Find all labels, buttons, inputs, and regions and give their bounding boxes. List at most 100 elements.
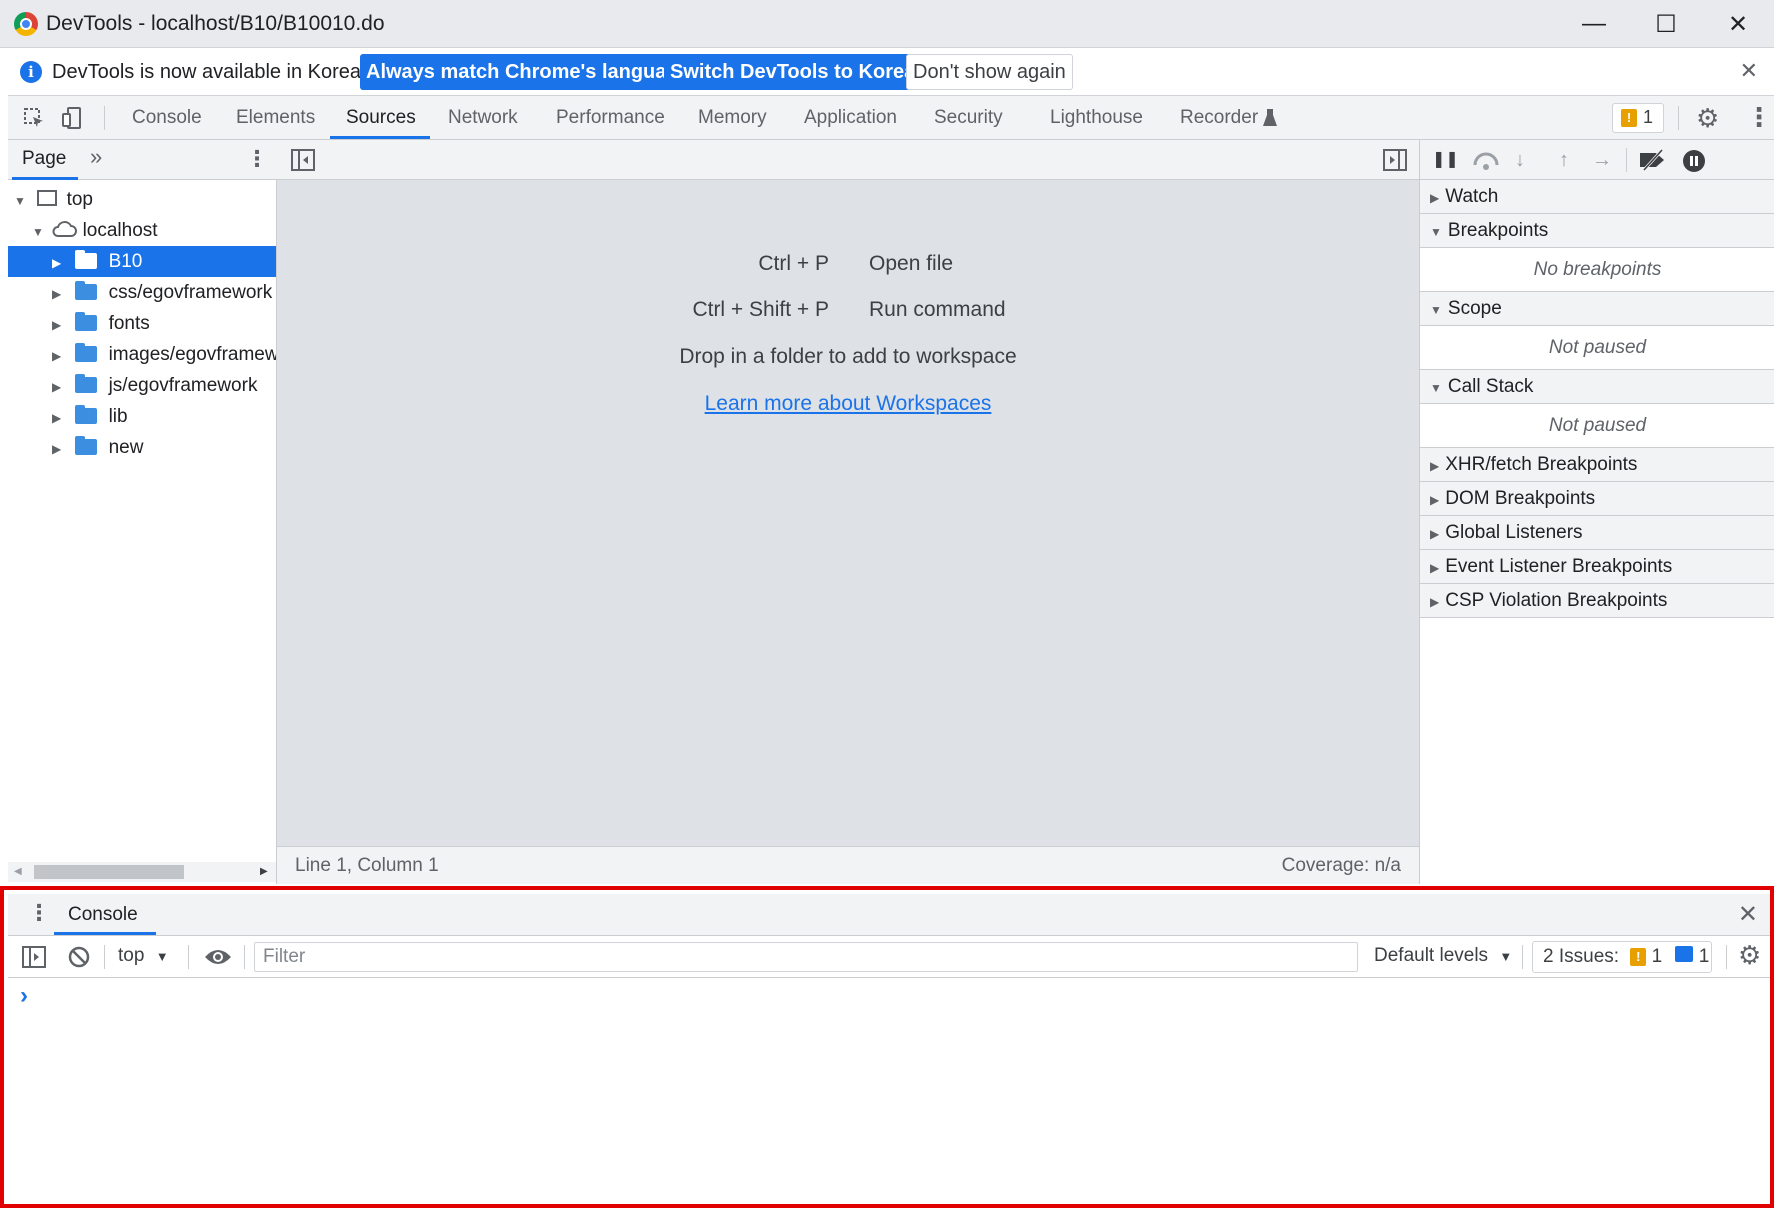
tab-recorder[interactable]: Recorder <box>1180 96 1258 140</box>
dom-breakpoints-header[interactable]: ▶ DOM Breakpoints <box>1420 482 1774 516</box>
console-settings-gear-icon[interactable]: ⚙ <box>1738 940 1761 971</box>
log-levels-dropdown[interactable]: Default levels ▼ <box>1374 945 1512 967</box>
match-language-button[interactable]: Always match Chrome's language <box>360 54 696 90</box>
switch-korean-button[interactable]: Switch DevTools to Korean <box>664 54 934 90</box>
frame-icon <box>37 190 58 206</box>
watch-pane-header[interactable]: ▶ Watch <box>1420 180 1774 214</box>
watch-label: Watch <box>1445 186 1499 207</box>
tab-page[interactable]: Page <box>22 148 66 170</box>
tab-sources[interactable]: Sources <box>346 96 416 140</box>
scope-pane-header[interactable]: ▼ Scope <box>1420 292 1774 326</box>
inspect-element-icon[interactable] <box>22 106 46 130</box>
tab-performance[interactable]: Performance <box>556 96 665 140</box>
close-drawer-icon[interactable]: ✕ <box>1738 900 1758 929</box>
toggle-debugger-icon[interactable] <box>1383 149 1407 171</box>
csp-breakpoints-header[interactable]: ▶ CSP Violation Breakpoints <box>1420 584 1774 618</box>
no-breakpoints-message: No breakpoints <box>1420 248 1774 292</box>
issues-button[interactable]: 2 Issues: ! 1 1 <box>1532 941 1712 973</box>
shortcut-open-file-keys: Ctrl + P <box>758 252 829 275</box>
more-tabs-icon[interactable]: » <box>90 144 102 170</box>
tree-item-fonts[interactable]: ▶ fonts <box>8 308 276 339</box>
tree-item-images[interactable]: ▶ images/egovframewo <box>8 339 276 370</box>
collapsed-triangle-icon: ▶ <box>1430 595 1440 609</box>
more-menu-icon[interactable]: ⋮ <box>1746 102 1772 133</box>
scroll-left-icon[interactable]: ◀ <box>14 866 22 877</box>
breakpoints-pane-header[interactable]: ▼ Breakpoints <box>1420 214 1774 248</box>
tree-item-top[interactable]: ▼ top <box>8 184 276 215</box>
folder-icon <box>75 405 98 424</box>
console-input[interactable] <box>44 982 1744 1012</box>
tab-application[interactable]: Application <box>804 96 897 140</box>
console-toolbar: top ▼ Filter Default levels ▼ 2 Issues: … <box>8 936 1770 978</box>
console-filter-input[interactable]: Filter <box>254 942 1358 972</box>
scrollbar-thumb[interactable] <box>34 865 184 879</box>
issues-counter-button[interactable]: ! 1 <box>1612 103 1664 133</box>
event-listener-breakpoints-header[interactable]: ▶ Event Listener Breakpoints <box>1420 550 1774 584</box>
close-window-button[interactable]: ✕ <box>1702 0 1774 48</box>
toolbar-separator <box>1522 945 1523 969</box>
device-toolbar-icon[interactable] <box>60 106 84 130</box>
step-icon[interactable]: → <box>1590 148 1614 172</box>
info-message-icon <box>1675 946 1694 962</box>
cursor-position: Line 1, Column 1 <box>295 855 439 876</box>
scope-status: Not paused <box>1420 326 1774 370</box>
coverage-status[interactable]: Coverage: n/a <box>1282 855 1401 877</box>
devtools-tabbar: Console Elements Sources Network Perform… <box>8 96 1774 140</box>
settings-gear-icon[interactable]: ⚙ <box>1696 103 1719 134</box>
step-over-icon[interactable] <box>1472 150 1500 170</box>
toolbar-separator <box>1678 106 1679 130</box>
tree-item-js[interactable]: ▶ js/egovframework <box>8 370 276 401</box>
tab-lighthouse[interactable]: Lighthouse <box>1050 96 1143 140</box>
pause-on-exceptions-icon[interactable] <box>1682 149 1706 173</box>
xhr-label: XHR/fetch Breakpoints <box>1445 454 1638 475</box>
deactivate-breakpoints-icon[interactable] <box>1638 149 1668 171</box>
window-title: DevTools - localhost/B10/B10010.do <box>46 12 385 35</box>
tab-security[interactable]: Security <box>934 96 1003 140</box>
tree-item-label: images/egovframewo <box>108 344 276 365</box>
tab-network[interactable]: Network <box>448 96 518 140</box>
tree-item-localhost[interactable]: ▼ localhost <box>8 215 276 246</box>
learn-workspaces-link[interactable]: Learn more about Workspaces <box>705 392 992 415</box>
tree-item-css[interactable]: ▶ css/egovframework <box>8 277 276 308</box>
callstack-pane-header[interactable]: ▼ Call Stack <box>1420 370 1774 404</box>
tab-console[interactable]: Console <box>132 96 202 140</box>
xhr-breakpoints-header[interactable]: ▶ XHR/fetch Breakpoints <box>1420 448 1774 482</box>
context-selector[interactable]: top ▼ <box>118 945 169 967</box>
step-into-icon[interactable]: ↓ <box>1508 148 1532 172</box>
tree-item-lib[interactable]: ▶ lib <box>8 401 276 432</box>
toggle-navigator-icon[interactable] <box>291 149 315 171</box>
language-infobar: i DevTools is now available in Korean! A… <box>8 48 1774 96</box>
info-icon: i <box>20 61 42 83</box>
scroll-right-icon[interactable]: ▶ <box>260 866 268 877</box>
console-drawer: ⋮ Console ✕ top ▼ Filter Default levels <box>0 886 1774 1208</box>
drawer-menu-icon[interactable]: ⋮ <box>28 900 50 926</box>
collapsed-triangle-icon: ▶ <box>52 318 62 332</box>
navigator-menu-icon[interactable]: ⋮ <box>246 146 268 172</box>
tab-memory[interactable]: Memory <box>698 96 767 140</box>
console-prompt-icon[interactable]: › <box>20 982 28 1010</box>
collapsed-triangle-icon: ▶ <box>52 349 62 363</box>
collapsed-triangle-icon: ▶ <box>1430 527 1440 541</box>
dont-show-again-button[interactable]: Don't show again <box>906 54 1073 90</box>
tab-elements[interactable]: Elements <box>236 96 315 140</box>
toolbar-separator <box>104 945 105 969</box>
global-listeners-header[interactable]: ▶ Global Listeners <box>1420 516 1774 550</box>
maximize-button[interactable]: ☐ <box>1630 0 1702 48</box>
infobar-close-icon[interactable]: ✕ <box>1740 58 1758 84</box>
clear-console-icon[interactable] <box>68 946 90 968</box>
horizontal-scrollbar[interactable]: ◀ ▶ <box>8 862 276 882</box>
console-sidebar-icon[interactable] <box>22 946 46 968</box>
debugger-sidebar: ❚❚ ↓ ↑ → ▶ Watch ▼ Breakpoints No breakpoi… <box>1419 140 1774 884</box>
pause-icon[interactable]: ❚❚ <box>1432 148 1459 172</box>
toolbar-separator <box>1726 945 1727 969</box>
dom-label: DOM Breakpoints <box>1445 488 1596 509</box>
drawer-tab-console[interactable]: Console <box>68 904 138 926</box>
live-expression-eye-icon[interactable] <box>204 947 232 967</box>
collapsed-triangle-icon: ▶ <box>52 442 62 456</box>
minimize-button[interactable]: — <box>1558 0 1630 48</box>
tree-item-new[interactable]: ▶ new <box>8 432 276 463</box>
step-out-icon[interactable]: ↑ <box>1552 148 1576 172</box>
tree-item-label: B10 <box>108 251 143 272</box>
tree-item-b10[interactable]: ▶ B10 <box>8 246 276 277</box>
dropdown-triangle-icon: ▼ <box>1499 949 1513 964</box>
